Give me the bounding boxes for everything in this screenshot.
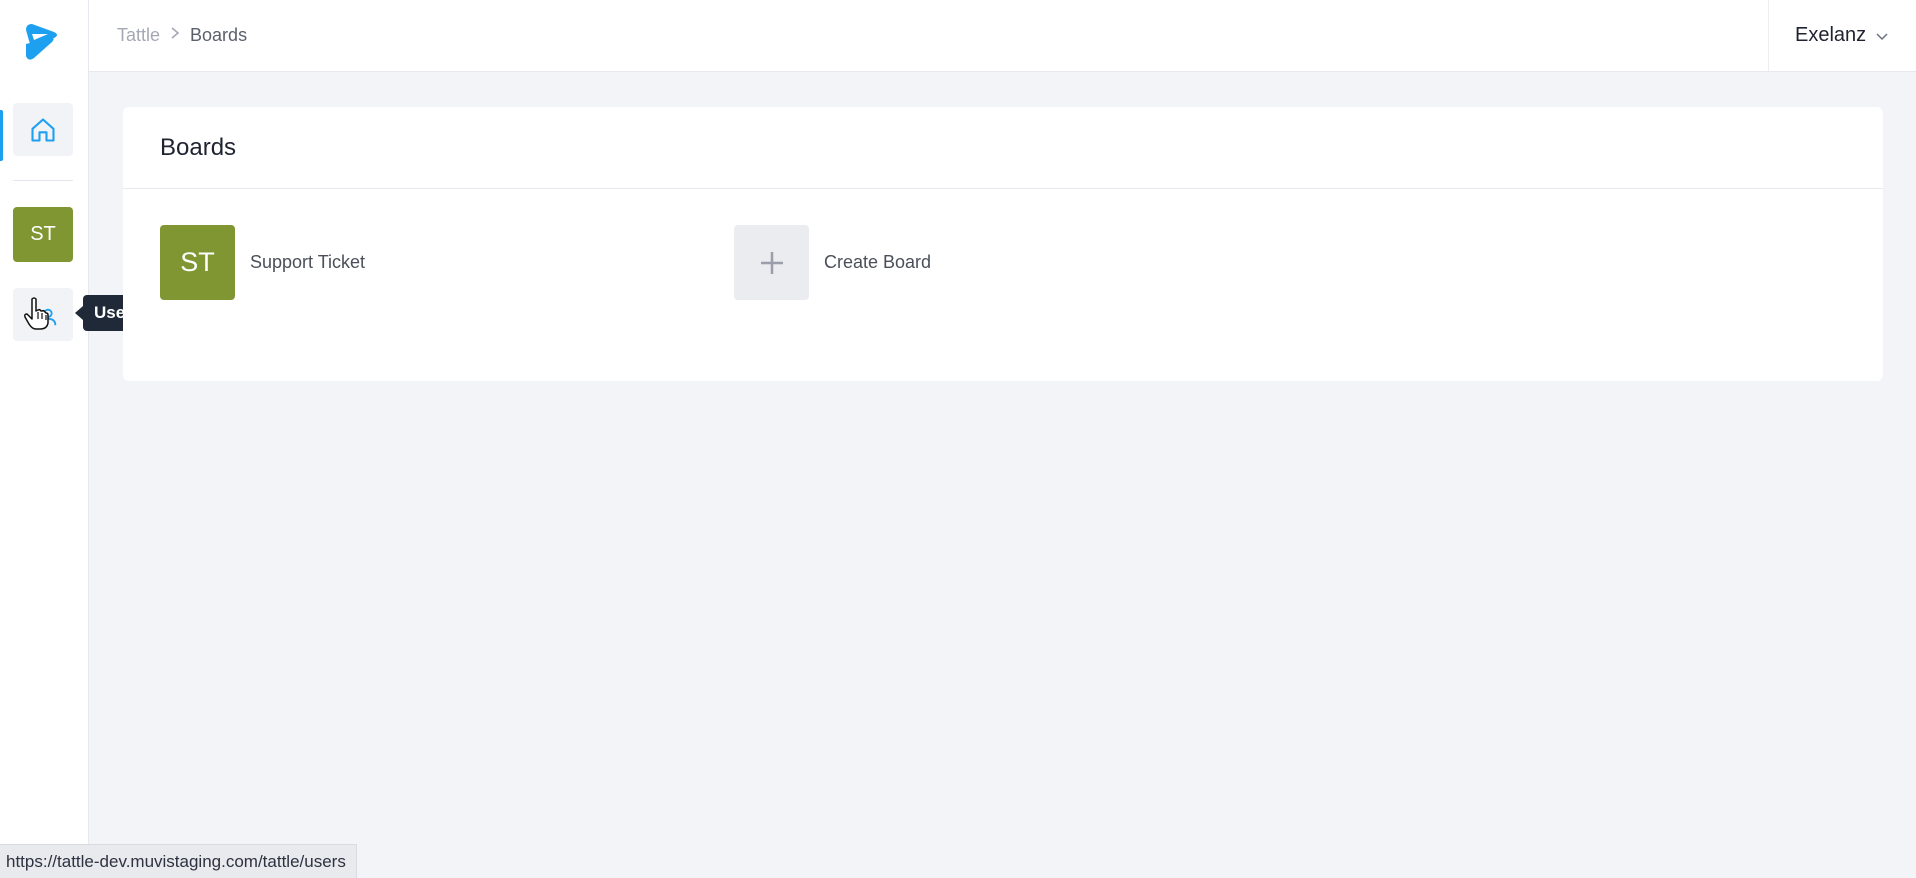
- nav-home-button[interactable]: [13, 103, 73, 156]
- org-switcher[interactable]: Exelanz: [1768, 0, 1916, 71]
- app-root: ST User Tattle Boards Exelanz Boards ST …: [0, 0, 1916, 878]
- org-name: Exelanz: [1795, 24, 1867, 46]
- board-avatar: ST: [160, 225, 235, 300]
- create-board-tile: [734, 225, 809, 300]
- board-item-support-ticket[interactable]: ST Support Ticket: [160, 225, 365, 300]
- breadcrumb: Tattle Boards: [117, 0, 247, 70]
- board-initials: ST: [30, 223, 56, 245]
- sidebar: ST: [0, 0, 89, 878]
- topbar: Tattle Boards Exelanz: [89, 0, 1916, 72]
- chevron-right-icon: [170, 26, 180, 45]
- hand-cursor-icon: [24, 297, 49, 330]
- breadcrumb-root-link[interactable]: Tattle: [117, 25, 160, 46]
- active-indicator: [0, 110, 3, 161]
- breadcrumb-current: Boards: [190, 24, 248, 45]
- boards-card: Boards ST Support Ticket Create Board: [123, 107, 1883, 381]
- sidebar-divider: [13, 180, 73, 181]
- boards-card-header: Boards: [123, 107, 1883, 189]
- create-board-button[interactable]: Create Board: [734, 225, 931, 300]
- page-title: Boards: [160, 133, 237, 161]
- status-bar-url: https://tattle-dev.muvistaging.com/tattl…: [0, 844, 357, 878]
- tattle-logo[interactable]: [20, 20, 66, 66]
- board-avatar-initials: ST: [180, 247, 215, 277]
- nav-board-support-ticket[interactable]: ST: [13, 207, 73, 262]
- create-board-label: Create Board: [824, 252, 932, 272]
- home-icon: [31, 117, 55, 142]
- plus-icon: [760, 251, 783, 274]
- status-url-text: https://tattle-dev.muvistaging.com/tattl…: [6, 851, 346, 871]
- chevron-down-icon: [1876, 24, 1888, 47]
- board-label: Support Ticket: [250, 252, 366, 272]
